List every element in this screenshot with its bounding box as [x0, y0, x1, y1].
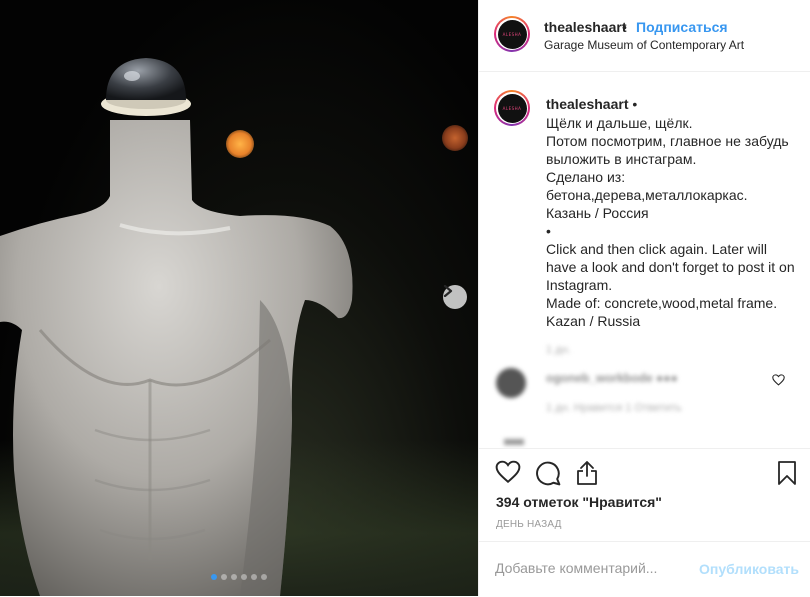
- separator-dot: •: [622, 19, 627, 35]
- instagram-post: ALESHA thealeshaart • Подписаться Garage…: [0, 0, 810, 596]
- post-photo[interactable]: [0, 0, 478, 596]
- comment-input[interactable]: [495, 560, 685, 576]
- separator-dot: •: [632, 96, 638, 112]
- carousel-dot: [241, 574, 247, 580]
- scroll-edge: [504, 439, 524, 445]
- caption-avatar[interactable]: ALESHA: [494, 90, 530, 126]
- carousel-dot: [251, 574, 257, 580]
- location-link[interactable]: Garage Museum of Contemporary Art: [544, 38, 744, 52]
- caption-username[interactable]: thealeshaart: [546, 96, 628, 112]
- heart-icon[interactable]: [495, 460, 521, 484]
- post-sidebar: ALESHA thealeshaart • Подписаться Garage…: [478, 0, 810, 596]
- comment-meta: 1 дн. Нравится 1 Ответить: [546, 402, 682, 414]
- caption-text: Щёлк и дальше, щёлк. Потом посмотрим, гл…: [546, 115, 795, 329]
- next-slide-button[interactable]: [443, 285, 467, 309]
- publish-button[interactable]: Опубликовать: [699, 561, 799, 577]
- caption-area: ALESHA thealeshaart • Щёлк и дальше, щёл…: [479, 71, 810, 448]
- avatar[interactable]: ALESHA: [494, 16, 530, 52]
- carousel-dot: [211, 574, 217, 580]
- comment-like-heart-icon[interactable]: [772, 374, 785, 386]
- post-header: ALESHA thealeshaart • Подписаться Garage…: [479, 0, 810, 72]
- post-timestamp[interactable]: ДЕНЬ НАЗАД: [496, 519, 562, 530]
- comment-icon[interactable]: [535, 460, 561, 486]
- carousel-dot: [221, 574, 227, 580]
- likes-count[interactable]: 394 отметок "Нравится": [496, 494, 662, 510]
- avatar-logo-text: ALESHA: [502, 105, 522, 111]
- comment-form: Опубликовать: [479, 541, 810, 597]
- username-link[interactable]: thealeshaart: [544, 19, 626, 35]
- commenter-avatar: [496, 368, 526, 398]
- avatar-logo-text: ALESHA: [502, 31, 522, 37]
- caption-timestamp: 1 дн.: [546, 344, 571, 356]
- share-icon[interactable]: [575, 460, 599, 486]
- carousel-indicator: [0, 574, 478, 580]
- commenter-name: ogoneb_workbode ●●●: [546, 371, 678, 385]
- caption-header: thealeshaart •: [546, 96, 637, 112]
- sculpture-torso: [0, 58, 353, 596]
- carousel-dot: [261, 574, 267, 580]
- bookmark-icon[interactable]: [777, 460, 797, 486]
- chevron-right-icon: [443, 285, 453, 297]
- follow-button[interactable]: Подписаться: [636, 19, 728, 35]
- carousel-dot: [231, 574, 237, 580]
